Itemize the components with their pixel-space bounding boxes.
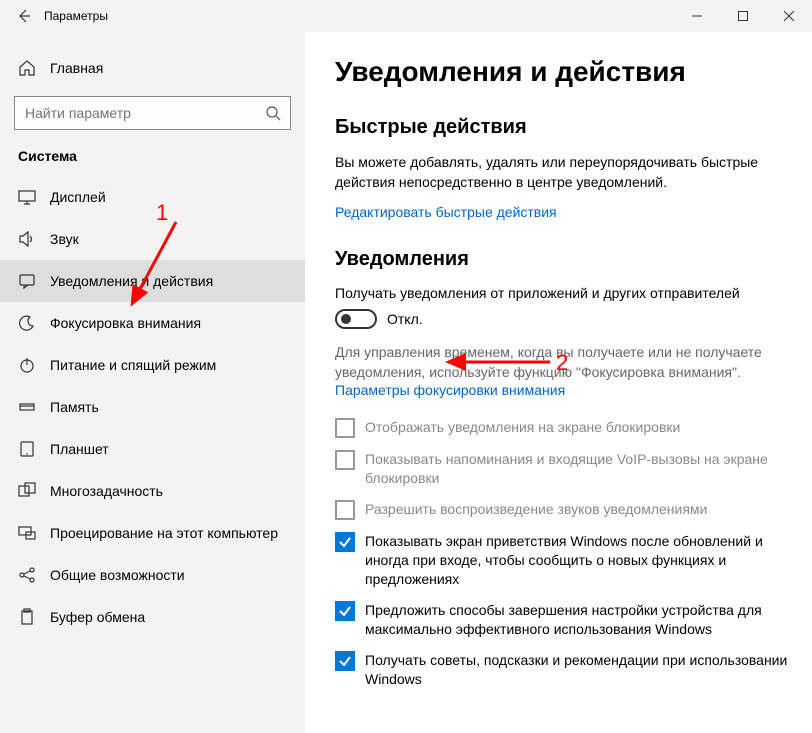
sidebar-group-title: Система: [0, 148, 305, 164]
sidebar: Главная Система Дисплей Звук Уведомления и…: [0, 32, 305, 733]
close-button[interactable]: [766, 0, 812, 32]
sidebar-item-sound[interactable]: Звук: [0, 218, 305, 260]
check-icon: [338, 604, 352, 618]
content-area: Уведомления и действия Быстрые действия …: [305, 32, 812, 733]
checkbox-row: Показывать напоминания и входящие VoIP-в…: [335, 450, 788, 488]
checkbox: [335, 450, 355, 470]
search-icon: [264, 104, 282, 122]
back-button[interactable]: [8, 0, 40, 32]
sidebar-item-storage[interactable]: Память: [0, 386, 305, 428]
sidebar-item-label: Уведомления и действия: [50, 273, 213, 289]
sidebar-item-projecting[interactable]: Проецирование на этот компьютер: [0, 512, 305, 554]
sidebar-item-display[interactable]: Дисплей: [0, 176, 305, 218]
sidebar-item-label: Проецирование на этот компьютер: [50, 525, 278, 541]
focus-assist-link[interactable]: Параметры фокусировки внимания: [335, 382, 565, 398]
toggle-knob: [341, 314, 351, 324]
check-icon: [338, 654, 352, 668]
checkbox-label: Показывать напоминания и входящие VoIP-в…: [365, 450, 788, 488]
sidebar-item-label: Питание и спящий режим: [50, 357, 216, 373]
sound-icon: [18, 230, 36, 248]
minimize-button[interactable]: [674, 0, 720, 32]
shared-icon: [18, 566, 36, 584]
sidebar-item-label: Планшет: [50, 441, 109, 457]
quick-actions-desc: Вы можете добавлять, удалять или переупо…: [335, 153, 788, 192]
sidebar-item-label: Дисплей: [50, 189, 106, 205]
checkbox-row: Разрешить воспроизведение звуков уведомл…: [335, 500, 788, 520]
home-label: Главная: [50, 60, 103, 76]
sidebar-item-power[interactable]: Питание и спящий режим: [0, 344, 305, 386]
checkbox[interactable]: [335, 601, 355, 621]
sidebar-item-label: Общие возможности: [50, 567, 185, 583]
checkbox-label: Разрешить воспроизведение звуков уведомл…: [365, 500, 707, 519]
checkbox-row: Получать советы, подсказки и рекомендаци…: [335, 651, 788, 689]
checkbox-label: Получать советы, подсказки и рекомендаци…: [365, 651, 788, 689]
home-icon: [18, 59, 36, 77]
checkbox[interactable]: [335, 651, 355, 671]
arrow-left-icon: [16, 8, 32, 24]
edit-quick-actions-link[interactable]: Редактировать быстрые действия: [335, 204, 557, 220]
sidebar-item-notifications[interactable]: Уведомления и действия: [0, 260, 305, 302]
close-icon: [784, 11, 794, 21]
sidebar-item-label: Память: [50, 399, 99, 415]
title-bar: Параметры: [0, 0, 812, 32]
maximize-icon: [738, 11, 748, 21]
storage-icon: [18, 398, 36, 416]
checkbox[interactable]: [335, 532, 355, 552]
sidebar-item-label: Звук: [50, 231, 79, 247]
focus-assist-hint: Для управления временем, когда вы получа…: [335, 343, 788, 382]
check-icon: [338, 535, 352, 549]
multitask-icon: [18, 482, 36, 500]
sidebar-item-shared[interactable]: Общие возможности: [0, 554, 305, 596]
power-icon: [18, 356, 36, 374]
search-box[interactable]: [14, 96, 291, 130]
window-title: Параметры: [44, 9, 108, 23]
checkbox-row: Показывать экран приветствия Windows пос…: [335, 532, 788, 589]
notifications-icon: [18, 272, 36, 290]
quick-actions-heading: Быстрые действия: [335, 116, 788, 139]
checkbox-label: Предложить способы завершения настройки …: [365, 601, 788, 639]
sidebar-item-label: Буфер обмена: [50, 609, 145, 625]
checkbox: [335, 500, 355, 520]
sidebar-item-focus[interactable]: Фокусировка внимания: [0, 302, 305, 344]
focus-icon: [18, 314, 36, 332]
notifications-toggle[interactable]: [335, 309, 377, 329]
sidebar-item-clipboard[interactable]: Буфер обмена: [0, 596, 305, 638]
tablet-icon: [18, 440, 36, 458]
page-title: Уведомления и действия: [335, 56, 788, 88]
sidebar-item-label: Многозадачность: [50, 483, 163, 499]
checkbox-label: Отображать уведомления на экране блокиро…: [365, 418, 680, 437]
minimize-icon: [692, 11, 702, 21]
checkbox-row: Предложить способы завершения настройки …: [335, 601, 788, 639]
checkbox: [335, 418, 355, 438]
clipboard-icon: [18, 608, 36, 626]
notifications-heading: Уведомления: [335, 248, 788, 271]
search-input[interactable]: [23, 104, 264, 122]
notifications-toggle-state: Откл.: [387, 311, 423, 327]
display-icon: [18, 188, 36, 206]
sidebar-item-label: Фокусировка внимания: [50, 315, 201, 331]
projecting-icon: [18, 524, 36, 542]
maximize-button[interactable]: [720, 0, 766, 32]
sidebar-item-tablet[interactable]: Планшет: [0, 428, 305, 470]
checkbox-label: Показывать экран приветствия Windows пос…: [365, 532, 788, 589]
sidebar-item-multitask[interactable]: Многозадачность: [0, 470, 305, 512]
notifications-toggle-label: Получать уведомления от приложений и дру…: [335, 285, 788, 301]
home-button[interactable]: Главная: [0, 50, 305, 86]
checkbox-row: Отображать уведомления на экране блокиро…: [335, 418, 788, 438]
